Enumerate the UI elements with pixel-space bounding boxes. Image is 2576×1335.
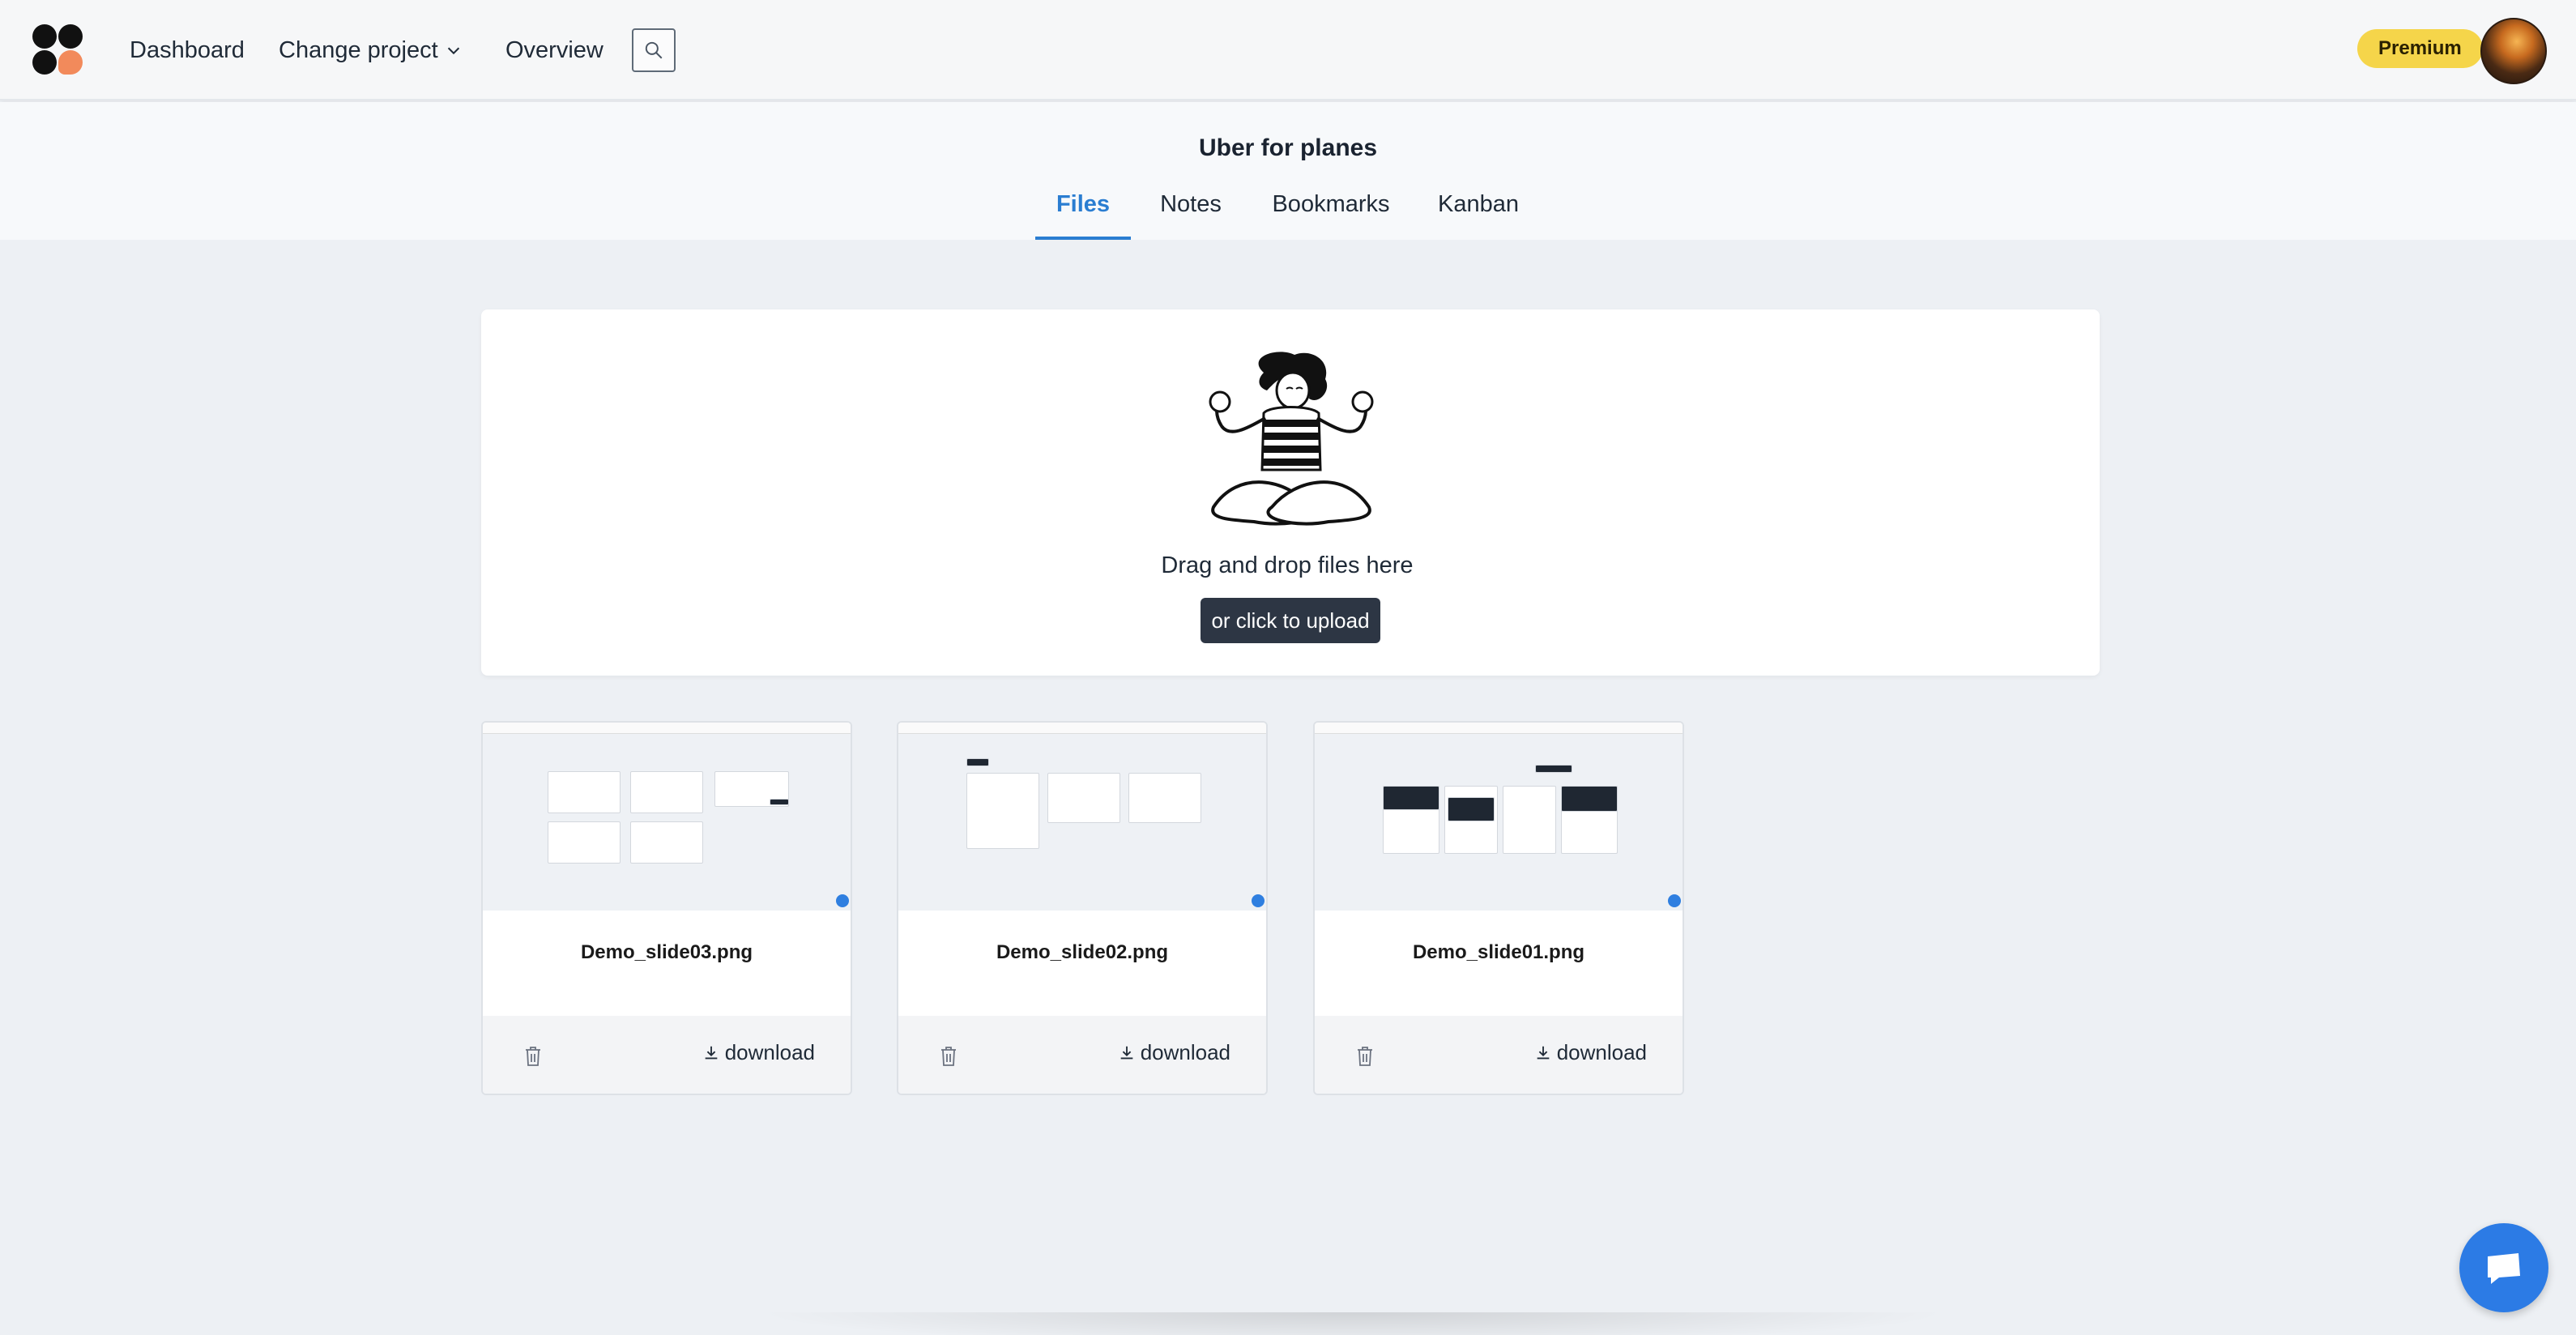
download-icon (1120, 1046, 1133, 1059)
meditating-person-illustration (1209, 352, 1374, 526)
bottom-shadow (753, 1312, 1952, 1335)
tab-notes[interactable]: Notes (1150, 180, 1231, 240)
card-footer: download (898, 1016, 1266, 1094)
file-name: Demo_slide03.png (580, 941, 753, 963)
project-header: Uber for planes Files Notes Bookmarks Ka… (0, 102, 2576, 240)
trash-icon[interactable] (939, 1045, 958, 1068)
file-thumbnail[interactable] (1315, 723, 1683, 911)
user-avatar[interactable] (2480, 18, 2547, 84)
trash-icon[interactable] (523, 1045, 543, 1068)
premium-badge[interactable]: Premium (2357, 29, 2483, 68)
file-thumbnail[interactable] (483, 723, 851, 911)
app-logo[interactable] (32, 24, 84, 76)
download-button[interactable]: download (702, 1040, 815, 1065)
file-card[interactable]: Demo_slide01.png download (1313, 721, 1684, 1095)
file-card[interactable]: Demo_slide02.png download (897, 721, 1268, 1095)
file-thumbnail[interactable] (898, 723, 1266, 911)
download-icon (705, 1046, 718, 1059)
change-project-label: Change project (279, 37, 438, 63)
upload-button[interactable]: or click to upload (1201, 598, 1380, 643)
tab-files[interactable]: Files (1035, 180, 1131, 240)
nav-dashboard-link[interactable]: Dashboard (130, 32, 245, 68)
tab-bookmarks[interactable]: Bookmarks (1264, 180, 1398, 240)
chat-icon (2488, 1253, 2520, 1284)
nav-overview-link[interactable]: Overview (505, 32, 603, 68)
download-button[interactable]: download (1118, 1040, 1230, 1065)
project-title: Uber for planes (1198, 134, 1378, 161)
download-label: download (724, 1040, 815, 1064)
file-name: Demo_slide02.png (996, 941, 1169, 963)
file-dropzone[interactable]: Drag and drop files here or click to upl… (481, 309, 2100, 676)
dropzone-text: Drag and drop files here (1161, 552, 1414, 578)
file-name: Demo_slide01.png (1412, 941, 1585, 963)
file-card[interactable]: Demo_slide03.png download (481, 721, 852, 1095)
file-badge-icon (1668, 894, 1681, 907)
download-label: download (1556, 1040, 1647, 1064)
tab-kanban[interactable]: Kanban (1426, 180, 1531, 240)
top-navbar: Dashboard Change project Overview Premiu… (0, 0, 2576, 100)
card-footer: download (1315, 1016, 1683, 1094)
file-badge-icon (1252, 894, 1265, 907)
change-project-dropdown[interactable]: Change project (279, 32, 463, 68)
project-tabs: Files Notes Bookmarks Kanban (0, 180, 2576, 240)
download-label: download (1140, 1040, 1230, 1064)
download-icon (1537, 1046, 1550, 1059)
search-button[interactable] (632, 28, 676, 72)
file-badge-icon (836, 894, 849, 907)
search-icon (645, 41, 663, 59)
trash-icon[interactable] (1355, 1045, 1375, 1068)
download-button[interactable]: download (1534, 1040, 1647, 1065)
chevron-down-icon (447, 47, 459, 55)
chat-button[interactable] (2459, 1223, 2548, 1312)
card-footer: download (483, 1016, 851, 1094)
